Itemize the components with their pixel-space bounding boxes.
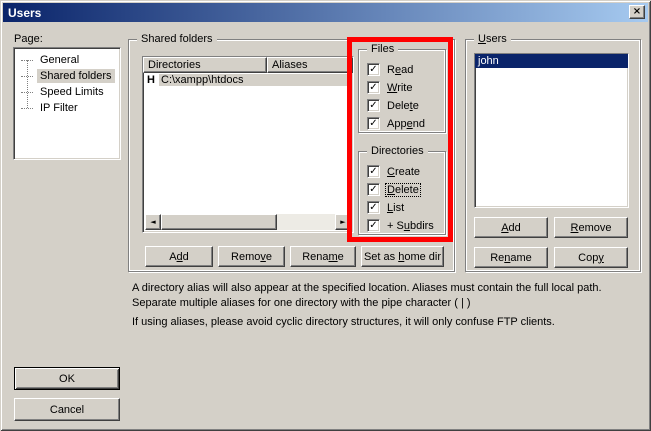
checkbox-files-write[interactable]: ✓ Write xyxy=(367,81,414,94)
arrow-left-icon: ◄ xyxy=(150,219,155,226)
button-label: Remove xyxy=(231,251,272,263)
cancel-button[interactable]: Cancel xyxy=(14,398,120,421)
window-title: Users xyxy=(3,6,41,20)
checkbox-files-delete[interactable]: ✓ Delete xyxy=(367,99,421,112)
button-label: Rename xyxy=(302,251,344,263)
checkbox-label: Delete xyxy=(385,183,421,197)
checkbox-files-append[interactable]: ✓ Append xyxy=(367,117,427,130)
scrollbar-thumb[interactable] xyxy=(161,214,277,230)
users-group: Users john Add Remove Rename Copy xyxy=(465,39,641,272)
ok-button[interactable]: OK xyxy=(14,367,120,390)
button-label: Add xyxy=(501,222,521,234)
checkbox-label: Delete xyxy=(385,99,421,113)
users-list[interactable]: john xyxy=(474,53,629,208)
shared-folders-group-label: Shared folders xyxy=(137,33,217,46)
checkbox-files-read[interactable]: ✓ Read xyxy=(367,63,415,76)
checkbox-checked-icon: ✓ xyxy=(367,201,380,214)
page-list[interactable]: General Shared folders Speed Limits IP F… xyxy=(13,47,121,160)
page-item-ip-filter[interactable]: IP Filter xyxy=(14,100,120,116)
page-item-label: General xyxy=(37,53,82,67)
button-label: Rename xyxy=(490,252,532,264)
directories-group-label: Directories xyxy=(367,145,428,158)
directories-list-header: Directories Aliases xyxy=(143,57,353,73)
user-list-item[interactable]: john xyxy=(475,54,628,68)
page-item-general[interactable]: General xyxy=(14,52,120,68)
page-item-speed-limits[interactable]: Speed Limits xyxy=(14,84,120,100)
checkbox-dirs-subdirs[interactable]: ✓ + Subdirs xyxy=(367,219,436,232)
set-as-home-dir-button[interactable]: Set as home dir xyxy=(361,246,444,267)
page-item-label: Speed Limits xyxy=(37,85,107,99)
checkbox-label: Read xyxy=(385,63,415,77)
checkbox-dirs-list[interactable]: ✓ List xyxy=(367,201,406,214)
button-label: Remove xyxy=(571,222,612,234)
checkbox-label: + Subdirs xyxy=(385,219,436,233)
close-icon: × xyxy=(633,7,641,17)
scroll-left-button[interactable]: ◄ xyxy=(145,214,161,230)
page-label: Page: xyxy=(14,33,43,45)
users-dialog: Users × Page: General Shared folders Spe… xyxy=(0,0,651,431)
copy-user-button[interactable]: Copy xyxy=(554,247,628,268)
page-item-shared-folders[interactable]: Shared folders xyxy=(14,68,120,84)
directories-list[interactable]: Directories Aliases H C:\xampp\htdocs ◄ … xyxy=(142,56,354,233)
rename-user-button[interactable]: Rename xyxy=(474,247,548,268)
checkbox-checked-icon: ✓ xyxy=(367,219,380,232)
checkbox-label: Create xyxy=(385,165,422,179)
directories-permissions-group: Directories ✓ Create ✓ Delete ✓ List ✓ +… xyxy=(358,151,446,235)
tree-branch-icon xyxy=(21,76,33,77)
files-permissions-group: Files ✓ Read ✓ Write ✓ Delete ✓ Append xyxy=(358,49,446,133)
checkbox-dirs-create[interactable]: ✓ Create xyxy=(367,165,422,178)
column-header-aliases[interactable]: Aliases xyxy=(267,57,353,73)
remove-directory-button[interactable]: Remove xyxy=(218,246,285,267)
tree-branch-icon xyxy=(21,108,33,109)
checkbox-label: List xyxy=(385,201,406,215)
page-item-label: Shared folders xyxy=(37,69,115,83)
checkbox-checked-icon: ✓ xyxy=(367,165,380,178)
checkbox-label: Append xyxy=(385,117,427,131)
scrollbar-track[interactable] xyxy=(161,214,335,230)
files-group-label: Files xyxy=(367,43,398,56)
button-label: Add xyxy=(169,251,189,263)
horizontal-scrollbar[interactable]: ◄ ► xyxy=(145,214,351,230)
page-item-label: IP Filter xyxy=(37,101,81,115)
checkbox-label: Write xyxy=(385,81,414,95)
directory-path: C:\xampp\htdocs xyxy=(159,74,353,86)
scroll-right-button[interactable]: ► xyxy=(335,214,351,230)
checkbox-checked-icon: ✓ xyxy=(367,117,380,130)
button-label: Cancel xyxy=(50,404,84,416)
arrow-right-icon: ► xyxy=(340,219,345,226)
tree-branch-icon xyxy=(21,60,33,61)
button-label: Copy xyxy=(578,252,604,264)
add-user-button[interactable]: Add xyxy=(474,217,548,238)
users-group-label: Users xyxy=(474,33,511,46)
checkbox-checked-icon: ✓ xyxy=(367,81,380,94)
alias-note-text: A directory alias will also appear at th… xyxy=(132,281,637,311)
checkbox-dirs-delete[interactable]: ✓ Delete xyxy=(367,183,421,196)
button-label: OK xyxy=(59,373,75,385)
home-flag: H xyxy=(143,74,159,86)
column-header-directories[interactable]: Directories xyxy=(143,57,267,73)
title-bar[interactable]: Users × xyxy=(3,3,648,22)
close-button[interactable]: × xyxy=(629,5,645,19)
button-label: Set as home dir xyxy=(364,251,441,263)
rename-directory-button[interactable]: Rename xyxy=(290,246,356,267)
checkbox-checked-icon: ✓ xyxy=(367,63,380,76)
checkbox-checked-icon: ✓ xyxy=(367,99,380,112)
cyclic-note-text: If using aliases, please avoid cyclic di… xyxy=(132,315,637,330)
remove-user-button[interactable]: Remove xyxy=(554,217,628,238)
checkbox-checked-icon: ✓ xyxy=(367,183,380,196)
tree-branch-icon xyxy=(21,92,33,93)
add-directory-button[interactable]: Add xyxy=(145,246,213,267)
directory-row[interactable]: H C:\xampp\htdocs xyxy=(143,73,353,87)
